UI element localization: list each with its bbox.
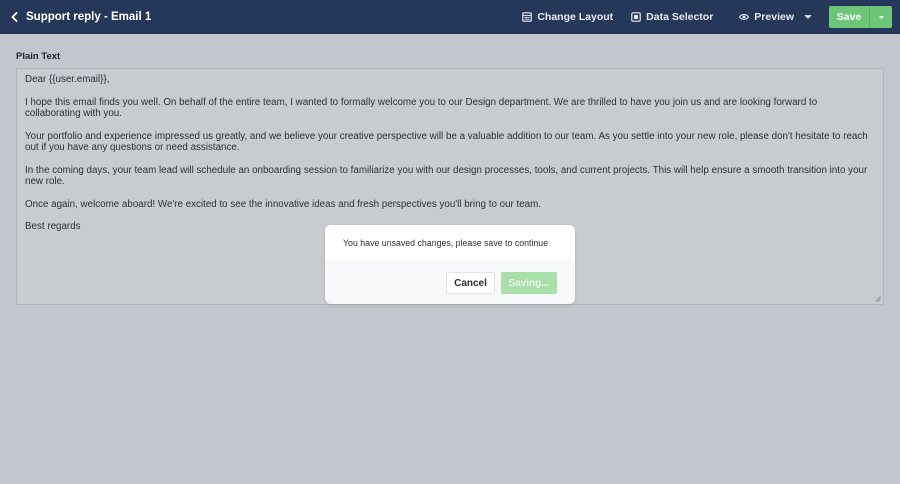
- cancel-button[interactable]: Cancel: [446, 272, 495, 294]
- save-options-button[interactable]: [869, 6, 892, 28]
- email-line: In the coming days, your team lead will …: [25, 164, 868, 188]
- email-line: Once again, welcome aboard! We're excite…: [25, 198, 542, 210]
- chevron-left-icon: [11, 12, 18, 22]
- dialog-actions: Cancel Saving...: [446, 272, 557, 294]
- eye-icon: [739, 14, 750, 20]
- top-bar: Support reply - Email 1 Change Layout Da…: [0, 0, 900, 34]
- unsaved-changes-dialog: You have unsaved changes, please save to…: [325, 225, 575, 304]
- caret-down-icon: [804, 15, 812, 19]
- preview-dropdown[interactable]: Preview: [739, 11, 813, 23]
- back-button[interactable]: Support reply - Email 1: [10, 0, 151, 34]
- data-selector-button[interactable]: Data Selector: [631, 11, 713, 23]
- top-actions: Change Layout Data Selector Preview Save: [522, 0, 892, 34]
- plain-text-label: Plain Text: [16, 51, 61, 62]
- page-title: Support reply - Email 1: [26, 11, 152, 23]
- email-line: Dear {{user.email}},: [25, 74, 110, 85]
- data-selector-label: Data Selector: [646, 11, 714, 23]
- dialog-message: You have unsaved changes, please save to…: [325, 225, 575, 261]
- save-button-group: Save: [829, 6, 892, 28]
- caret-down-icon: [878, 15, 884, 19]
- preview-label: Preview: [754, 11, 794, 23]
- save-button[interactable]: Save: [829, 6, 869, 28]
- email-line: Your portfolio and experience impressed …: [25, 130, 868, 154]
- saving-button: Saving...: [501, 272, 557, 294]
- change-layout-label: Change Layout: [537, 11, 614, 23]
- change-layout-button[interactable]: Change Layout: [522, 11, 613, 23]
- data-selector-icon: [631, 12, 641, 22]
- email-line: I hope this email finds you well. On beh…: [25, 96, 818, 120]
- resize-grip-icon[interactable]: [875, 296, 881, 302]
- layout-icon: [522, 12, 533, 22]
